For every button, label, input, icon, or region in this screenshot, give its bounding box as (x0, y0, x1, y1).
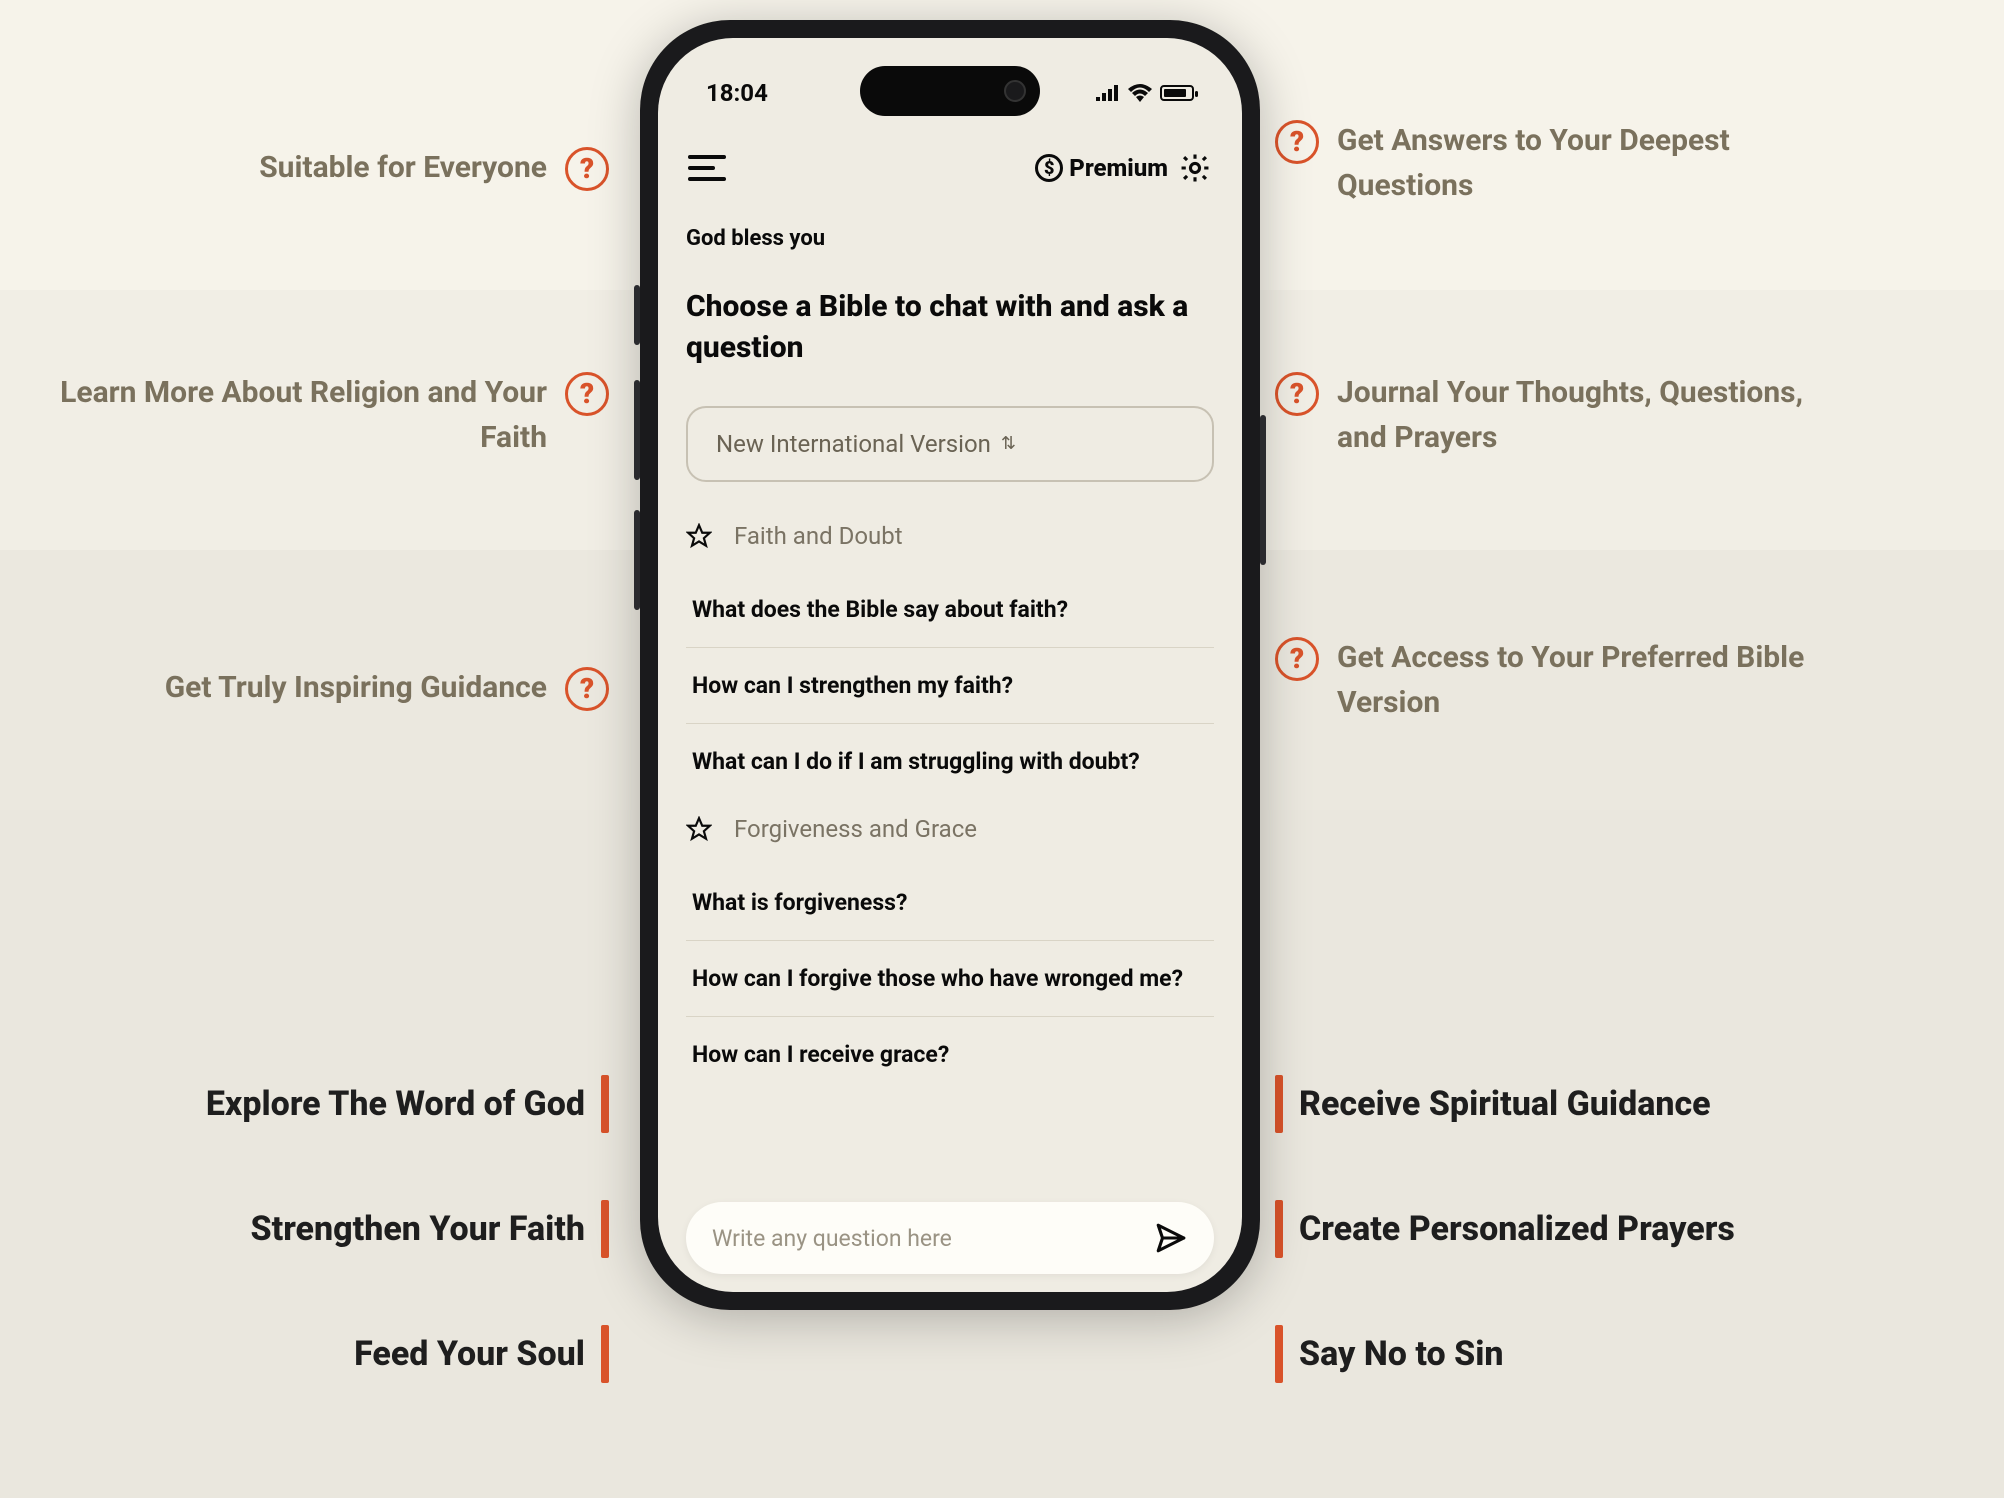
chevron-updown-icon: ⇅ (1001, 435, 1016, 453)
star-icon (686, 816, 712, 842)
menu-button[interactable] (688, 155, 726, 181)
question-item[interactable]: What is forgiveness? (686, 865, 1214, 940)
callout-text: Get Truly Inspiring Guidance (165, 665, 547, 710)
question-list: What is forgiveness? How can I forgive t… (686, 865, 1214, 1092)
app-body: God bless you Choose a Bible to chat wit… (658, 208, 1242, 1192)
callout-left-3: Get Truly Inspiring Guidance ? (165, 665, 609, 711)
phone-screen: 18:04 $ Premium (658, 38, 1242, 1292)
callout-left-2: Learn More About Religion and Your Faith… (27, 370, 609, 460)
question-list: What does the Bible say about faith? How… (686, 572, 1214, 799)
star-icon (686, 523, 712, 549)
bar-left-1: Explore The Word of God (206, 1075, 609, 1133)
settings-icon[interactable] (1178, 151, 1212, 185)
main-heading: Choose a Bible to chat with and ask a qu… (686, 287, 1214, 368)
callout-right-2: ? Journal Your Thoughts, Questions, and … (1275, 370, 1857, 460)
question-item[interactable]: How can I receive grace? (686, 1016, 1214, 1092)
premium-label: Premium (1069, 154, 1168, 182)
category-name: Faith and Doubt (734, 522, 903, 550)
phone-side-button (634, 285, 640, 345)
bar-text: Explore The Word of God (206, 1084, 585, 1124)
callout-text: Get Answers to Your Deepest Questions (1337, 118, 1857, 208)
app-header: $ Premium (658, 133, 1242, 203)
accent-bar (601, 1200, 609, 1258)
callout-text: Get Access to Your Preferred Bible Versi… (1337, 635, 1857, 725)
accent-bar (1275, 1075, 1283, 1133)
category-name: Forgiveness and Grace (734, 815, 977, 843)
bar-right-3: Say No to Sin (1275, 1325, 1504, 1383)
question-item[interactable]: How can I forgive those who have wronged… (686, 940, 1214, 1016)
cellular-icon (1096, 85, 1120, 101)
category-header: Faith and Doubt (686, 522, 1214, 550)
phone-volume-down (634, 510, 640, 610)
category-header: Forgiveness and Grace (686, 815, 1214, 843)
accent-bar (1275, 1200, 1283, 1258)
battery-icon (1160, 85, 1194, 101)
question-icon: ? (1275, 372, 1319, 416)
wifi-icon (1128, 84, 1152, 102)
question-icon: ? (1275, 120, 1319, 164)
bar-text: Receive Spiritual Guidance (1299, 1084, 1711, 1124)
bar-text: Say No to Sin (1299, 1334, 1504, 1374)
callout-left-1: Suitable for Everyone ? (259, 145, 609, 191)
phone-volume-up (634, 380, 640, 480)
accent-bar (1275, 1325, 1283, 1383)
callout-right-3: ? Get Access to Your Preferred Bible Ver… (1275, 635, 1857, 725)
greeting-text: God bless you (686, 226, 1214, 251)
callout-right-1: ? Get Answers to Your Deepest Questions (1275, 118, 1857, 208)
phone-power-button (1260, 415, 1266, 565)
status-time: 18:04 (706, 79, 768, 107)
send-icon[interactable] (1154, 1221, 1188, 1255)
question-item[interactable]: What does the Bible say about faith? (686, 572, 1214, 647)
accent-bar (601, 1325, 609, 1383)
question-icon: ? (1275, 637, 1319, 681)
bar-text: Create Personalized Prayers (1299, 1209, 1735, 1249)
dollar-icon: $ (1035, 154, 1063, 182)
phone-mockup: 18:04 $ Premium (640, 20, 1260, 1310)
question-item[interactable]: What can I do if I am struggling with do… (686, 723, 1214, 799)
premium-button[interactable]: $ Premium (1035, 154, 1168, 182)
callout-text: Learn More About Religion and Your Faith (27, 370, 547, 460)
bar-text: Strengthen Your Faith (251, 1209, 586, 1249)
bible-version-label: New International Version (716, 430, 991, 458)
bar-left-3: Feed Your Soul (354, 1325, 609, 1383)
bar-right-2: Create Personalized Prayers (1275, 1200, 1735, 1258)
question-item[interactable]: How can I strengthen my faith? (686, 647, 1214, 723)
question-icon: ? (565, 372, 609, 416)
input-placeholder: Write any question here (712, 1225, 952, 1252)
question-input[interactable]: Write any question here (686, 1202, 1214, 1274)
callout-text: Journal Your Thoughts, Questions, and Pr… (1337, 370, 1857, 460)
dynamic-island (860, 66, 1040, 116)
question-icon: ? (565, 147, 609, 191)
bar-text: Feed Your Soul (354, 1334, 585, 1374)
accent-bar (601, 1075, 609, 1133)
bar-right-1: Receive Spiritual Guidance (1275, 1075, 1711, 1133)
callout-text: Suitable for Everyone (259, 145, 547, 190)
bible-version-select[interactable]: New International Version ⇅ (686, 406, 1214, 482)
bar-left-2: Strengthen Your Faith (251, 1200, 610, 1258)
question-icon: ? (565, 667, 609, 711)
status-icons (1096, 84, 1194, 102)
